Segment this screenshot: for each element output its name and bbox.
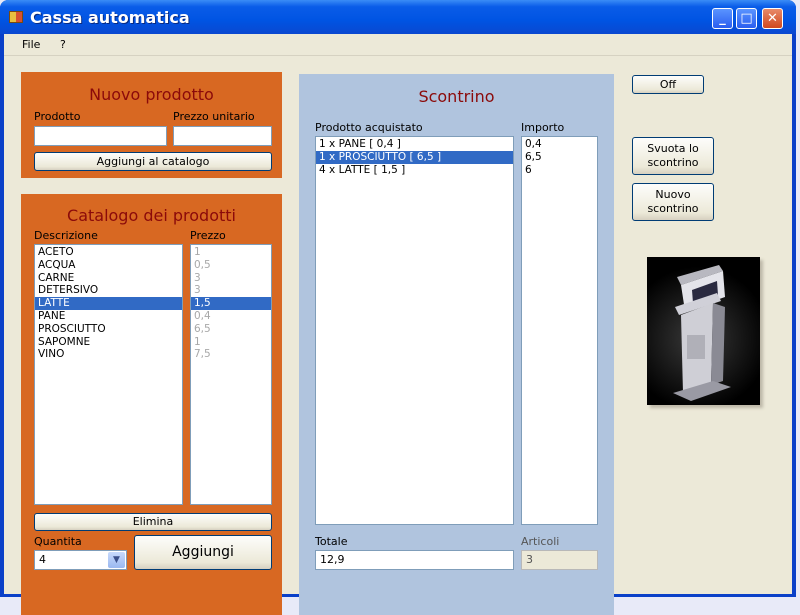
catalogo-price-item[interactable]: 6,5 [191, 323, 271, 336]
prodotto-acquistato-label: Prodotto acquistato [315, 121, 423, 134]
catalogo-item[interactable]: VINO [35, 348, 182, 361]
scontrino-item[interactable]: 4 x LATTE [ 1,5 ] [316, 164, 513, 177]
importo-item[interactable]: 0,4 [522, 138, 597, 151]
catalogo-price-item[interactable]: 0,5 [191, 259, 271, 272]
aggiungi-button[interactable]: Aggiungi [134, 535, 272, 570]
catalogo-item[interactable]: ACETO [35, 246, 182, 259]
svuota-line1: Svuota lo [647, 142, 699, 155]
minimize-button[interactable]: _ [712, 8, 733, 29]
nuovo-line2: scontrino [647, 202, 699, 215]
catalogo-item[interactable]: ACQUA [35, 259, 182, 272]
prodotto-label: Prodotto [34, 110, 81, 123]
nuovo-line1: Nuovo [655, 188, 691, 201]
quantita-value: 4 [39, 553, 46, 566]
prezzo-list[interactable]: 1 0,5 3 3 1,5 0,4 6,5 1 7,5 [190, 244, 272, 505]
quantita-select[interactable]: 4 ▼ [34, 550, 127, 570]
catalogo-price-item[interactable]: 1,5 [191, 297, 271, 310]
importo-list[interactable]: 0,4 6,5 6 [521, 136, 598, 525]
prodotto-input[interactable] [34, 126, 167, 146]
nuovo-scontrino-button[interactable]: Nuovo scontrino [632, 183, 714, 221]
quantita-label: Quantita [34, 535, 82, 548]
menu-help[interactable]: ? [60, 38, 66, 51]
elimina-button[interactable]: Elimina [34, 513, 272, 531]
articoli-label: Articoli [521, 535, 560, 548]
menu-file[interactable]: File [22, 38, 40, 51]
menu-bar: File ? [4, 34, 792, 56]
catalogo-price-item[interactable]: 3 [191, 284, 271, 297]
catalogo-item[interactable]: PROSCIUTTO [35, 323, 182, 336]
catalogo-item[interactable]: SAPOMNE [35, 336, 182, 349]
prodotti-acquistati-list[interactable]: 1 x PANE [ 0,4 ] 1 x PROSCIUTTO [ 6,5 ] 4 … [315, 136, 514, 525]
totale-label: Totale [315, 535, 348, 548]
client-area: File ? Nuovo prodotto Prodotto Prezzo un… [4, 34, 792, 615]
chevron-down-icon[interactable]: ▼ [108, 552, 125, 568]
nuovo-prodotto-title: Nuovo prodotto [89, 85, 214, 104]
app-window: Cassa automatica _ □ ✕ File ? Nuovo prod… [0, 0, 796, 615]
importo-item[interactable]: 6 [522, 164, 597, 177]
scontrino-item[interactable]: 1 x PROSCIUTTO [ 6,5 ] [316, 150, 513, 164]
catalogo-item[interactable]: PANE [35, 310, 182, 323]
catalogo-price-item[interactable]: 1 [191, 336, 271, 349]
catalogo-panel: Catalogo dei prodotti Descrizione Prezzo… [21, 194, 282, 615]
articoli-field: 3 [521, 550, 598, 570]
importo-item[interactable]: 6,5 [522, 151, 597, 164]
scontrino-panel: Scontrino Prodotto acquistato Importo 1 … [299, 74, 614, 615]
catalogo-price-item[interactable]: 3 [191, 272, 271, 285]
app-icon [9, 11, 23, 23]
catalogo-price-item[interactable]: 0,4 [191, 310, 271, 323]
svuota-line2: scontrino [647, 156, 699, 169]
catalogo-item[interactable]: CARNE [35, 272, 182, 285]
importo-label: Importo [521, 121, 565, 134]
prezzo-unitario-label: Prezzo unitario [173, 110, 255, 123]
aggiungi-al-catalogo-button[interactable]: Aggiungi al catalogo [34, 152, 272, 171]
window-title: Cassa automatica [30, 8, 190, 27]
scontrino-item[interactable]: 1 x PANE [ 0,4 ] [316, 138, 513, 151]
prezzo-unitario-input[interactable] [173, 126, 272, 146]
scontrino-title: Scontrino [418, 87, 495, 106]
maximize-button[interactable]: □ [736, 8, 757, 29]
title-bar[interactable]: Cassa automatica _ □ ✕ [0, 0, 796, 34]
prezzo-label: Prezzo [190, 229, 226, 242]
kiosk-image [647, 257, 760, 405]
catalogo-price-item[interactable]: 1 [191, 246, 271, 259]
close-button[interactable]: ✕ [762, 8, 783, 29]
off-button[interactable]: Off [632, 75, 704, 94]
catalogo-title: Catalogo dei prodotti [67, 206, 236, 225]
descrizione-label: Descrizione [34, 229, 98, 242]
descrizione-list[interactable]: ACETO ACQUA CARNE DETERSIVO LATTE PANE PROSCIU… [34, 244, 183, 505]
svuota-scontrino-button[interactable]: Svuota lo scontrino [632, 137, 714, 175]
totale-field[interactable]: 12,9 [315, 550, 514, 570]
nuovo-prodotto-panel: Nuovo prodotto Prodotto Prezzo unitario … [21, 72, 282, 178]
catalogo-item[interactable]: LATTE [35, 297, 182, 310]
catalogo-price-item[interactable]: 7,5 [191, 348, 271, 361]
catalogo-item[interactable]: DETERSIVO [35, 284, 182, 297]
